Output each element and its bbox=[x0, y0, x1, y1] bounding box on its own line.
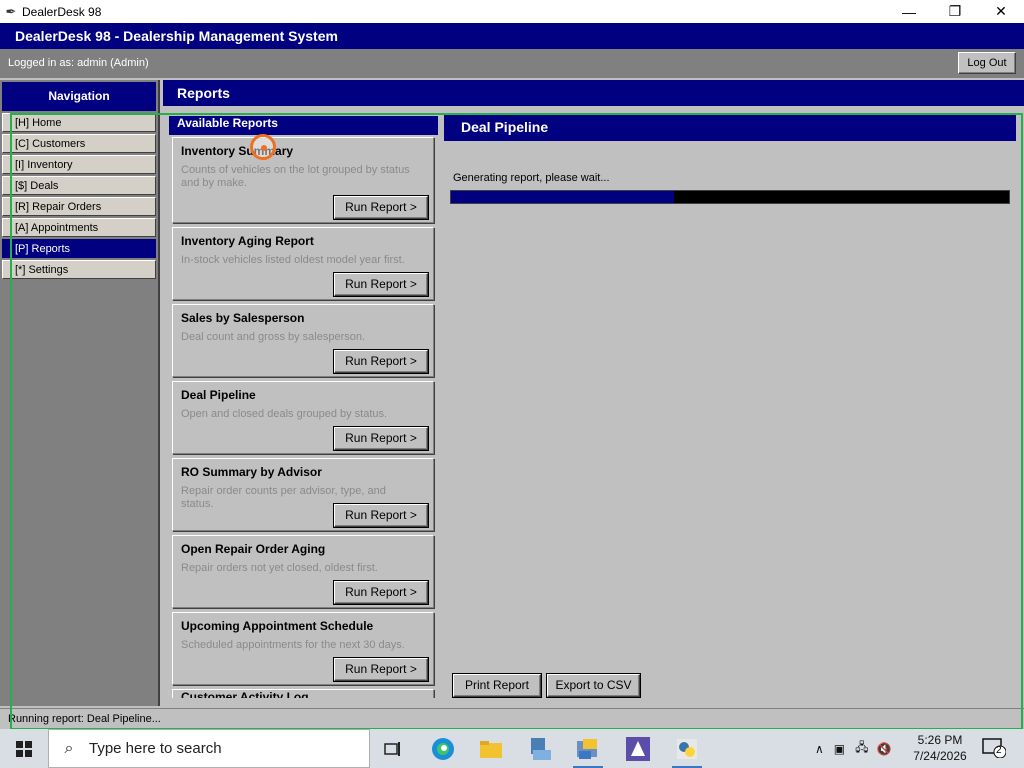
navigation-panel: Navigation [H] Home [C] Customers [I] In… bbox=[0, 80, 160, 706]
nav-item-customers[interactable]: [C] Customers bbox=[2, 134, 156, 153]
system-tray: ∧ ▣ 🖧 🔇 bbox=[815, 729, 891, 768]
windows-logo-icon bbox=[16, 740, 32, 757]
minimize-button[interactable]: — bbox=[886, 0, 932, 23]
restore-button[interactable]: ❐ bbox=[932, 0, 978, 23]
chevron-up-icon[interactable]: ∧ bbox=[815, 742, 824, 756]
report-card-deal-pipeline: Deal Pipeline Open and closed deals grou… bbox=[172, 381, 434, 454]
file-explorer-icon[interactable] bbox=[472, 734, 510, 764]
run-report-button[interactable]: Run Report > bbox=[334, 350, 428, 373]
vs-app-icon[interactable] bbox=[619, 734, 657, 764]
os-title-bar: ✒ DealerDesk 98 — ❐ ✕ bbox=[0, 0, 1024, 23]
run-report-button[interactable]: Run Report > bbox=[334, 658, 428, 681]
report-card-appointment-schedule: Upcoming Appointment Schedule Scheduled … bbox=[172, 612, 434, 685]
run-report-button[interactable]: Run Report > bbox=[334, 581, 428, 604]
python-app-icon[interactable] bbox=[668, 734, 706, 768]
close-button[interactable]: ✕ bbox=[978, 0, 1024, 23]
export-csv-button[interactable]: Export to CSV bbox=[547, 674, 640, 697]
report-description: Counts of vehicles on the lot grouped by… bbox=[181, 164, 410, 189]
search-placeholder: Type here to search bbox=[89, 740, 222, 757]
report-description: In-stock vehicles listed oldest model ye… bbox=[181, 254, 405, 266]
dealerdesk-taskbar-icon[interactable] bbox=[569, 734, 607, 768]
selection-outline bbox=[10, 113, 1023, 730]
logged-in-label: Logged in as: admin (Admin) bbox=[8, 57, 149, 69]
report-description: Scheduled appointments for the next 30 d… bbox=[181, 639, 405, 651]
run-report-button[interactable]: Run Report > bbox=[334, 427, 428, 450]
available-reports-title: Available Reports bbox=[169, 116, 438, 135]
report-card-customer-activity: Customer Activity Log bbox=[172, 689, 434, 698]
report-description: Deal count and gross by salesperson. bbox=[181, 331, 366, 343]
window-title: DealerDesk 98 bbox=[22, 4, 102, 19]
progress-fill bbox=[451, 191, 675, 203]
report-name: Deal Pipeline bbox=[181, 388, 256, 402]
report-name: Open Repair Order Aging bbox=[181, 542, 326, 556]
run-report-button[interactable]: Run Report > bbox=[334, 273, 428, 296]
report-name: RO Summary by Advisor bbox=[181, 465, 322, 479]
report-name: Customer Activity Log bbox=[181, 690, 309, 698]
print-report-button[interactable]: Print Report bbox=[453, 674, 541, 697]
report-card-inventory-summary: Inventory Summary Counts of vehicles on … bbox=[172, 137, 434, 223]
taskbar-search[interactable]: ⌕ Type here to search bbox=[48, 729, 370, 768]
generating-status: Generating report, please wait... bbox=[453, 172, 610, 184]
nav-item-home[interactable]: [H] Home bbox=[2, 113, 156, 132]
network-app-icon[interactable] bbox=[521, 734, 559, 764]
clock-date: 7/24/2026 bbox=[913, 749, 967, 763]
nav-item-repair-orders[interactable]: [R] Repair Orders bbox=[2, 197, 156, 216]
security-icon[interactable]: ▣ bbox=[834, 742, 845, 756]
report-description: Repair orders not yet closed, oldest fir… bbox=[181, 562, 378, 574]
report-description: Open and closed deals grouped by status. bbox=[181, 408, 388, 420]
report-output-title: Deal Pipeline bbox=[444, 113, 1016, 141]
report-card-ro-summary: RO Summary by Advisor Repair order count… bbox=[172, 458, 434, 531]
edge-browser-icon[interactable] bbox=[424, 734, 462, 764]
nav-item-deals[interactable]: [$] Deals bbox=[2, 176, 156, 195]
search-icon: ⌕ bbox=[64, 739, 74, 757]
report-list[interactable]: Inventory Summary Counts of vehicles on … bbox=[169, 135, 438, 698]
taskbar: ⌕ Type here to search ∧ ▣ 🖧 🔇 5:26 PM 7/… bbox=[0, 729, 1024, 768]
progress-bar bbox=[450, 190, 1010, 204]
status-bar: Running report: Deal Pipeline... bbox=[0, 708, 1024, 729]
report-name: Inventory Summary bbox=[181, 144, 294, 158]
report-name: Inventory Aging Report bbox=[181, 234, 314, 248]
volume-muted-icon[interactable]: 🔇 bbox=[877, 742, 892, 756]
navigation-title: Navigation bbox=[2, 82, 156, 111]
app-header: DealerDesk 98 - Dealership Management Sy… bbox=[0, 23, 1024, 49]
nav-item-appointments[interactable]: [A] Appointments bbox=[2, 218, 156, 237]
start-button[interactable] bbox=[0, 729, 48, 768]
report-card-inventory-aging: Inventory Aging Report In-stock vehicles… bbox=[172, 227, 434, 300]
report-name: Sales by Salesperson bbox=[181, 311, 305, 325]
task-view-icon[interactable] bbox=[373, 734, 411, 764]
app-feather-icon: ✒ bbox=[5, 3, 17, 19]
notification-count: 2 bbox=[996, 745, 1002, 756]
logout-button[interactable]: Log Out bbox=[958, 52, 1016, 74]
user-bar: Logged in as: admin (Admin) Log Out bbox=[0, 49, 1024, 78]
nav-item-inventory[interactable]: [I] Inventory bbox=[2, 155, 156, 174]
nav-item-settings[interactable]: [*] Settings bbox=[2, 260, 156, 279]
page-title: Reports bbox=[163, 80, 1024, 106]
clock-time: 5:26 PM bbox=[917, 733, 963, 747]
run-report-button[interactable]: Run Report > bbox=[334, 504, 428, 527]
cursor-indicator bbox=[250, 134, 276, 160]
report-card-open-ro-aging: Open Repair Order Aging Repair orders no… bbox=[172, 535, 434, 608]
nav-item-reports[interactable]: [P] Reports bbox=[2, 239, 156, 258]
taskbar-clock[interactable]: 5:26 PM 7/24/2026 bbox=[905, 732, 975, 764]
notification-icon[interactable]: 2 bbox=[982, 738, 1007, 759]
report-name: Upcoming Appointment Schedule bbox=[181, 619, 374, 633]
network-icon[interactable]: 🖧 bbox=[855, 738, 868, 759]
run-report-button[interactable]: Run Report > bbox=[334, 196, 428, 219]
report-card-sales-by-salesperson: Sales by Salesperson Deal count and gros… bbox=[172, 304, 434, 377]
